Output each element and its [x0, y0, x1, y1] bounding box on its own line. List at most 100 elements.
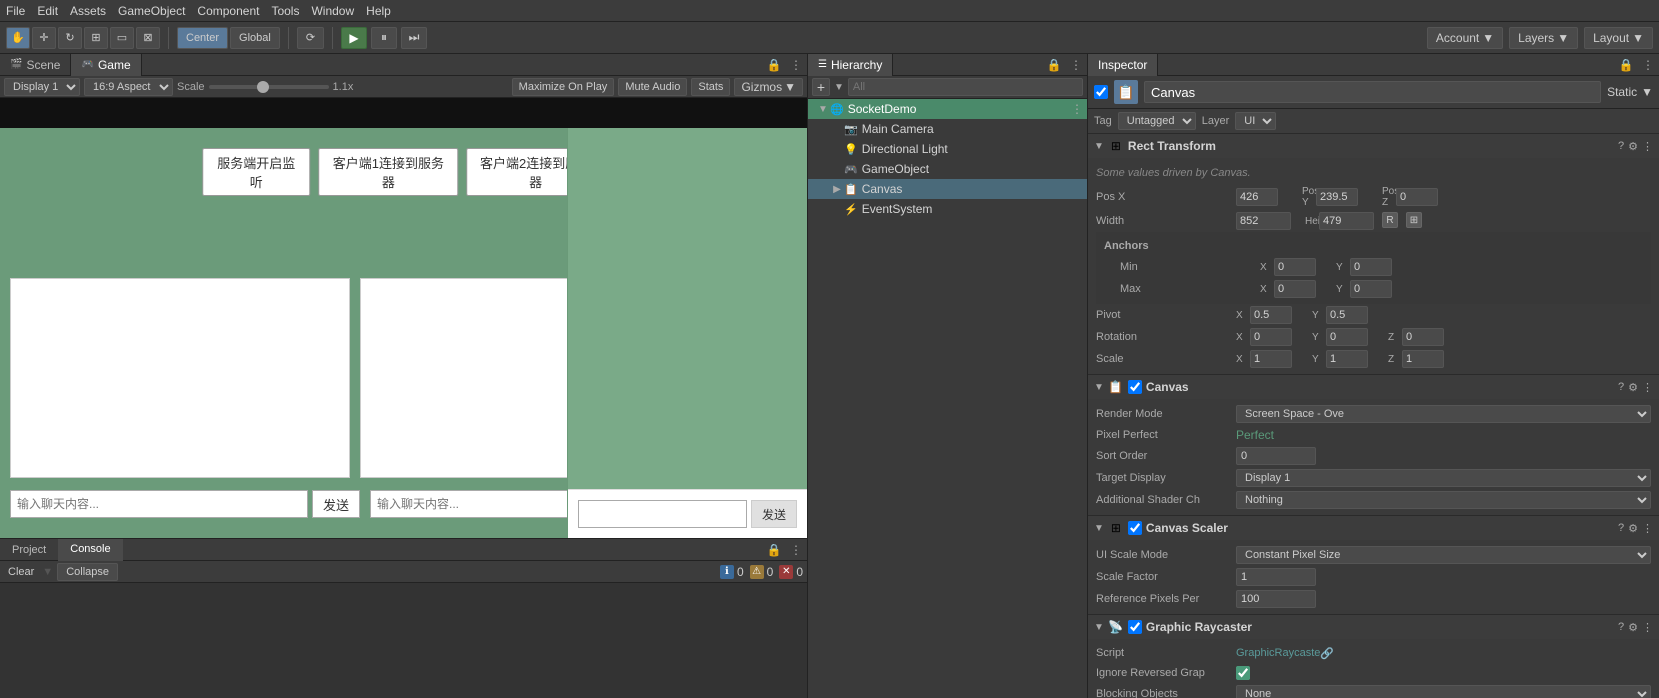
- inspector-menu-icon[interactable]: ⋮: [1637, 54, 1659, 76]
- canvas-comp-checkbox[interactable]: [1128, 380, 1142, 394]
- collapse-button[interactable]: Collapse: [57, 563, 118, 581]
- hierarchy-lock-icon[interactable]: 🔒: [1043, 54, 1065, 76]
- hierarchy-menu-icon[interactable]: ⋮: [1065, 54, 1087, 76]
- project-tab[interactable]: Project: [0, 539, 58, 561]
- rect-tool[interactable]: ▭: [110, 27, 134, 49]
- target-display-select[interactable]: Display 1: [1236, 469, 1651, 487]
- pivot-y-input[interactable]: [1326, 306, 1368, 324]
- scaler-checkbox[interactable]: [1128, 521, 1142, 535]
- raycaster-settings-icon[interactable]: ⚙: [1628, 621, 1638, 634]
- center-button[interactable]: Center: [177, 27, 228, 49]
- rotate-extra-button[interactable]: ⟳: [297, 27, 324, 49]
- right-chat-input[interactable]: [578, 500, 747, 528]
- root-menu-icon[interactable]: ⋮: [1071, 102, 1083, 116]
- pivot-x-input[interactable]: [1250, 306, 1292, 324]
- max-x-input[interactable]: [1274, 280, 1316, 298]
- bottom-menu-icon[interactable]: ⋮: [785, 539, 807, 561]
- sort-order-input[interactable]: [1236, 447, 1316, 465]
- ref-pixels-input[interactable]: [1236, 590, 1316, 608]
- width-input[interactable]: [1236, 212, 1291, 230]
- scale-slider[interactable]: [209, 85, 329, 89]
- scale-z-input[interactable]: [1402, 350, 1444, 368]
- raycaster-help-icon[interactable]: ?: [1618, 621, 1624, 634]
- rect-grid-button[interactable]: ⊞: [1406, 212, 1422, 228]
- rect-transform-header[interactable]: ▼ ⊞ Rect Transform ? ⚙ ⋮: [1088, 134, 1659, 158]
- height-input[interactable]: [1319, 212, 1374, 230]
- rect-menu-icon[interactable]: ⋮: [1642, 140, 1653, 153]
- panel-menu-icon[interactable]: ⋮: [785, 54, 807, 76]
- object-name-input[interactable]: [1144, 81, 1601, 103]
- mute-btn[interactable]: Mute Audio: [618, 78, 687, 96]
- tree-gameobject[interactable]: 🎮 GameObject: [808, 159, 1087, 179]
- server-listen-btn[interactable]: 服务端开启监听: [202, 148, 311, 196]
- skip-button[interactable]: ⏭: [401, 27, 427, 49]
- rect-help-icon[interactable]: ?: [1618, 140, 1624, 153]
- inspector-lock-icon[interactable]: 🔒: [1615, 54, 1637, 76]
- object-active-checkbox[interactable]: [1094, 85, 1108, 99]
- scale-factor-input[interactable]: [1236, 568, 1316, 586]
- right-send-btn[interactable]: 发送: [751, 500, 797, 528]
- aspect-select[interactable]: 16:9 Aspect: [84, 78, 173, 96]
- panel-lock-icon[interactable]: 🔒: [763, 54, 785, 76]
- global-button[interactable]: Global: [230, 27, 280, 49]
- layer-select[interactable]: UI: [1235, 112, 1276, 130]
- tree-root[interactable]: ▼ 🌐 SocketDemo ⋮: [808, 99, 1087, 119]
- ui-scale-select[interactable]: Constant Pixel Size: [1236, 546, 1651, 564]
- hierarchy-search-input[interactable]: [848, 78, 1083, 96]
- tag-select[interactable]: Untagged: [1118, 112, 1196, 130]
- menu-edit[interactable]: Edit: [37, 4, 58, 18]
- rect-r-button[interactable]: R: [1382, 212, 1398, 228]
- shader-select[interactable]: Nothing: [1236, 491, 1651, 509]
- maximize-btn[interactable]: Maximize On Play: [512, 78, 615, 96]
- graphic-raycaster-header[interactable]: ▼ 📡 Graphic Raycaster ? ⚙ ⋮: [1088, 615, 1659, 639]
- menu-assets[interactable]: Assets: [70, 4, 106, 18]
- scale-tool[interactable]: ⊞: [84, 27, 108, 49]
- pos-z-input[interactable]: [1396, 188, 1438, 206]
- menu-gameobject[interactable]: GameObject: [118, 4, 185, 18]
- canvas-menu-icon[interactable]: ⋮: [1642, 381, 1653, 394]
- console-tab[interactable]: Console: [58, 539, 122, 561]
- bottom-lock-icon[interactable]: 🔒: [763, 539, 785, 561]
- canvas-component-header[interactable]: ▼ 📋 Canvas ? ⚙ ⋮: [1088, 375, 1659, 399]
- scaler-menu-icon[interactable]: ⋮: [1642, 522, 1653, 535]
- min-x-input[interactable]: [1274, 258, 1316, 276]
- max-y-input[interactable]: [1350, 280, 1392, 298]
- canvas-help-icon[interactable]: ?: [1618, 381, 1624, 394]
- clear-dropdown-icon[interactable]: ▼: [42, 566, 53, 578]
- scene-tab[interactable]: 🎬 Scene: [0, 54, 71, 76]
- clear-button[interactable]: Clear: [4, 566, 38, 578]
- raycaster-menu-icon[interactable]: ⋮: [1642, 621, 1653, 634]
- display-select[interactable]: Display 1: [4, 78, 80, 96]
- canvas-scaler-header[interactable]: ▼ ⊞ Canvas Scaler ? ⚙ ⋮: [1088, 516, 1659, 540]
- client1-connect-btn[interactable]: 客户端1连接到服务器: [319, 148, 458, 196]
- send-btn-1[interactable]: 发送: [312, 490, 360, 518]
- menu-window[interactable]: Window: [311, 4, 354, 18]
- render-mode-select[interactable]: Screen Space - Ove: [1236, 405, 1651, 423]
- ignore-reversed-checkbox[interactable]: [1236, 666, 1250, 680]
- rot-x-input[interactable]: [1250, 328, 1292, 346]
- raycaster-checkbox[interactable]: [1128, 620, 1142, 634]
- move-tool[interactable]: ✛: [32, 27, 56, 49]
- play-button[interactable]: ▶: [341, 27, 367, 49]
- menu-tools[interactable]: Tools: [271, 4, 299, 18]
- tree-canvas[interactable]: ▶ 📋 Canvas: [808, 179, 1087, 199]
- add-dropdown-icon[interactable]: ▼: [834, 82, 844, 93]
- gizmos-btn[interactable]: Gizmos ▼: [734, 78, 803, 96]
- blocking-select[interactable]: None: [1236, 685, 1651, 698]
- menu-help[interactable]: Help: [366, 4, 391, 18]
- canvas-settings-icon[interactable]: ⚙: [1628, 381, 1638, 394]
- layout-button[interactable]: Layout ▼: [1584, 27, 1653, 49]
- layers-button[interactable]: Layers ▼: [1509, 27, 1578, 49]
- scaler-help-icon[interactable]: ?: [1618, 522, 1624, 535]
- rot-z-input[interactable]: [1402, 328, 1444, 346]
- scale-y-input[interactable]: [1326, 350, 1368, 368]
- min-y-input[interactable]: [1350, 258, 1392, 276]
- menu-component[interactable]: Component: [197, 4, 259, 18]
- scaler-settings-icon[interactable]: ⚙: [1628, 522, 1638, 535]
- rot-y-input[interactable]: [1326, 328, 1368, 346]
- hierarchy-add-btn[interactable]: +: [812, 78, 830, 96]
- hand-tool[interactable]: ✋: [6, 27, 30, 49]
- tree-main-camera[interactable]: 📷 Main Camera: [808, 119, 1087, 139]
- menu-file[interactable]: File: [6, 4, 25, 18]
- scale-x-input[interactable]: [1250, 350, 1292, 368]
